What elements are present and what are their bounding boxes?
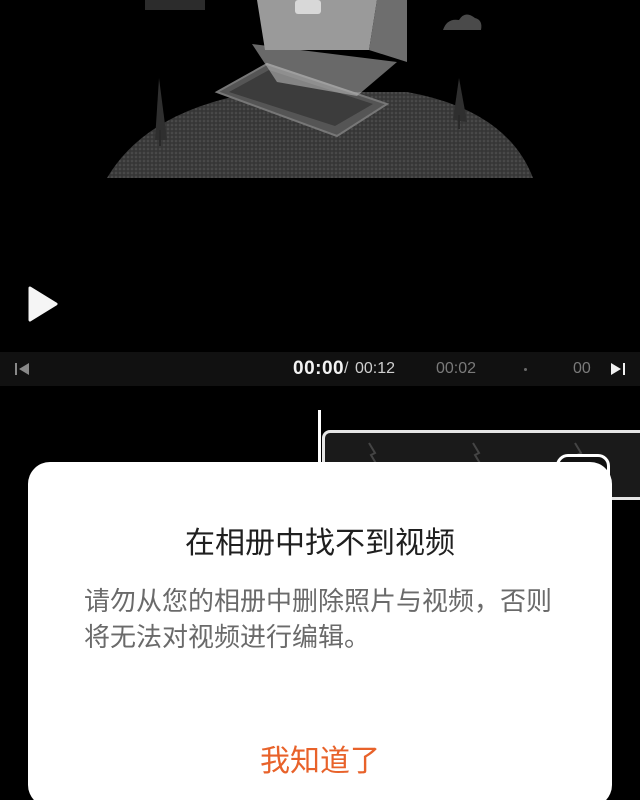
play-icon <box>28 286 58 322</box>
total-time: 00:12 <box>355 360 396 377</box>
video-editor-screen: 00:00 / 00:12 00:02 00 在相册中找不到视频 请勿从您的相册… <box>0 0 640 800</box>
time-separator: / <box>344 360 349 377</box>
play-button[interactable] <box>22 284 62 324</box>
skip-to-start-button[interactable] <box>12 360 32 378</box>
playhead[interactable] <box>318 410 321 470</box>
skip-to-start-icon <box>15 363 29 375</box>
dialog-title: 在相册中找不到视频 <box>185 526 455 561</box>
timeline-tick-label: 00:02 <box>436 360 477 377</box>
timeline-tick-label: 00 <box>573 360 591 377</box>
video-not-found-dialog: 在相册中找不到视频 请勿从您的相册中删除照片与视频，否则将无法对视频进行编辑。 … <box>28 462 612 800</box>
video-preview <box>107 0 533 250</box>
dialog-message: 请勿从您的相册中删除照片与视频，否则将无法对视频进行编辑。 <box>84 587 553 653</box>
current-time: 00:00 <box>293 358 345 379</box>
skip-to-end-button[interactable] <box>608 360 628 378</box>
got-it-button[interactable]: 我知道了 <box>28 736 612 780</box>
skip-to-end-icon <box>611 363 625 375</box>
timeline-tick-dot <box>524 368 527 371</box>
preview-illustration <box>107 0 533 178</box>
timeline-header: 00:00 / 00:12 00:02 00 <box>0 352 640 386</box>
